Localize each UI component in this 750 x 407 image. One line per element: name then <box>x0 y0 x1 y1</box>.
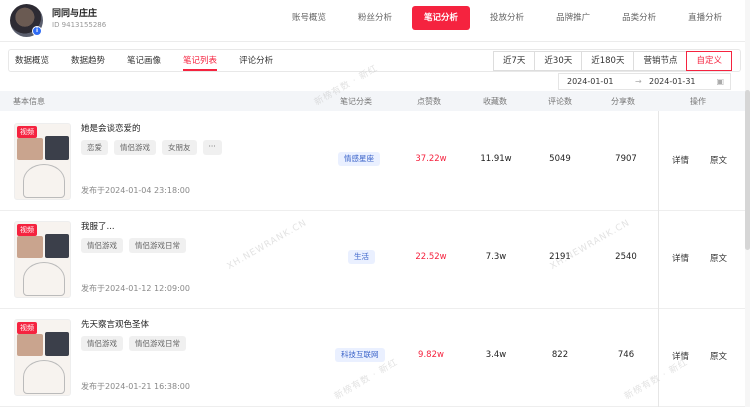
original-link[interactable]: 原文 <box>710 252 727 264</box>
range-custom-button[interactable]: 自定义 <box>686 51 732 71</box>
note-tag: 女朋友 <box>162 140 197 155</box>
range-marketing-node-button[interactable]: 营销节点 <box>633 51 688 71</box>
vertical-scrollbar[interactable] <box>745 0 750 407</box>
date-start[interactable]: 2024-01-01 <box>567 77 614 86</box>
video-tag: 视频 <box>17 224 37 236</box>
account-name: 同同与庄庄 <box>52 9 98 19</box>
nav-brand-promotion[interactable]: 品牌推广 <box>544 6 602 30</box>
tab-data-overview[interactable]: 数据概览 <box>15 51 49 71</box>
shares-value: 2540 <box>615 252 637 262</box>
favorites-value: 7.3w <box>485 252 507 262</box>
col-note-category: 笔记分类 <box>340 97 372 106</box>
table-row: 视频 她是会谈恋爱的 恋爱 情侣游戏 女朋友 ··· 发布于2024-01-04… <box>0 113 745 211</box>
nav-category-analysis[interactable]: 品类分析 <box>610 6 668 30</box>
publish-time: 发布于2024-01-12 12:09:00 <box>81 284 190 293</box>
likes-value: 37.22w <box>415 154 447 164</box>
comments-value: 822 <box>551 350 569 360</box>
note-tag: 情侣游戏日常 <box>129 238 186 253</box>
sub-tab-bar: 数据概览 数据趋势 笔记画像 笔记列表 评论分析 近7天 近30天 近180天 … <box>8 49 741 72</box>
account-id: ID 9413155286 <box>52 21 107 29</box>
note-tags: 情侣游戏 情侣游戏日常 <box>81 336 192 351</box>
nav-account-overview[interactable]: 账号概览 <box>280 6 338 30</box>
category-badge: 科技互联网 <box>335 348 385 362</box>
date-end[interactable]: 2024-01-31 <box>649 77 696 86</box>
col-actions: 操作 <box>690 97 706 106</box>
favorites-value: 3.4w <box>485 350 507 360</box>
actions-column-divider <box>658 111 659 407</box>
app-header: i 同同与庄庄 ID 9413155286 账号概览 粉丝分析 笔记分析 投放分… <box>0 0 750 42</box>
range-180d-button[interactable]: 近180天 <box>581 51 635 71</box>
tab-note-list[interactable]: 笔记列表 <box>183 51 218 71</box>
note-tag: 情侣游戏 <box>81 336 123 351</box>
publish-time: 发布于2024-01-04 23:18:00 <box>81 186 190 195</box>
note-tag: 情侣游戏日常 <box>129 336 186 351</box>
note-title[interactable]: 她是会谈恋爱的 <box>81 122 141 134</box>
verified-badge-icon: i <box>32 26 42 36</box>
category-badge: 生活 <box>348 250 375 264</box>
likes-value: 22.52w <box>415 252 447 262</box>
note-thumbnail[interactable]: 视频 <box>14 123 71 200</box>
shares-value: 7907 <box>615 154 637 164</box>
time-range-group: 近7天 近30天 近180天 营销节点 自定义 <box>492 51 732 71</box>
arrow-right-icon: → <box>635 77 642 86</box>
main-nav: 账号概览 粉丝分析 笔记分析 投放分析 品牌推广 品类分析 直播分析 <box>280 6 742 30</box>
detail-link[interactable]: 详情 <box>672 252 689 264</box>
nav-note-analysis[interactable]: 笔记分析 <box>412 6 471 30</box>
nav-fan-analysis[interactable]: 粉丝分析 <box>346 6 404 30</box>
detail-link[interactable]: 详情 <box>672 350 689 362</box>
col-basic-info: 基本信息 <box>13 97 45 106</box>
range-7d-button[interactable]: 近7天 <box>492 51 536 71</box>
publish-time: 发布于2024-01-21 16:38:00 <box>81 382 190 391</box>
col-likes[interactable]: 点赞数 <box>417 96 441 107</box>
note-tags: 恋爱 情侣游戏 女朋友 ··· <box>81 140 228 155</box>
note-thumbnail[interactable]: 视频 <box>14 221 71 298</box>
favorites-value: 11.91w <box>480 154 512 164</box>
note-title[interactable]: 我服了... <box>81 220 115 232</box>
note-tag: 恋爱 <box>81 140 108 155</box>
likes-value: 9.82w <box>418 350 444 360</box>
more-tags-button[interactable]: ··· <box>202 140 222 155</box>
table-header: 基本信息 笔记分类 点赞数 收藏数 评论数 分享数 操作 <box>0 91 745 111</box>
nav-live-analysis[interactable]: 直播分析 <box>676 6 734 30</box>
col-comments[interactable]: 评论数 <box>548 96 572 107</box>
category-badge: 情感星座 <box>338 152 380 166</box>
note-title[interactable]: 先天察言观色圣体 <box>81 318 149 330</box>
col-favorites[interactable]: 收藏数 <box>483 96 507 107</box>
range-30d-button[interactable]: 近30天 <box>534 51 583 71</box>
note-tags: 情侣游戏 情侣游戏日常 <box>81 238 192 253</box>
note-thumbnail[interactable]: 视频 <box>14 319 71 396</box>
note-tag: 情侣游戏 <box>81 238 123 253</box>
video-tag: 视频 <box>17 126 37 138</box>
table-row: 视频 先天察言观色圣体 情侣游戏 情侣游戏日常 发布于2024-01-21 16… <box>0 309 745 407</box>
shares-value: 746 <box>617 350 635 360</box>
video-tag: 视频 <box>17 322 37 334</box>
tab-note-profile[interactable]: 笔记画像 <box>127 51 161 71</box>
col-shares[interactable]: 分享数 <box>611 96 635 107</box>
date-range-picker[interactable]: 2024-01-01 → 2024-01-31 ▣ <box>558 73 731 90</box>
comments-value: 5049 <box>549 154 571 164</box>
nav-ad-analysis[interactable]: 投放分析 <box>478 6 536 30</box>
note-tag: 情侣游戏 <box>114 140 156 155</box>
original-link[interactable]: 原文 <box>710 350 727 362</box>
comments-value: 2191 <box>549 252 571 262</box>
table-row: 视频 我服了... 情侣游戏 情侣游戏日常 发布于2024-01-12 12:0… <box>0 211 745 309</box>
scrollbar-thumb[interactable] <box>745 90 750 250</box>
tab-data-trend[interactable]: 数据趋势 <box>71 51 105 71</box>
detail-link[interactable]: 详情 <box>672 154 689 166</box>
tab-comment-analysis[interactable]: 评论分析 <box>239 51 273 71</box>
calendar-icon[interactable]: ▣ <box>716 77 724 86</box>
original-link[interactable]: 原文 <box>710 154 727 166</box>
